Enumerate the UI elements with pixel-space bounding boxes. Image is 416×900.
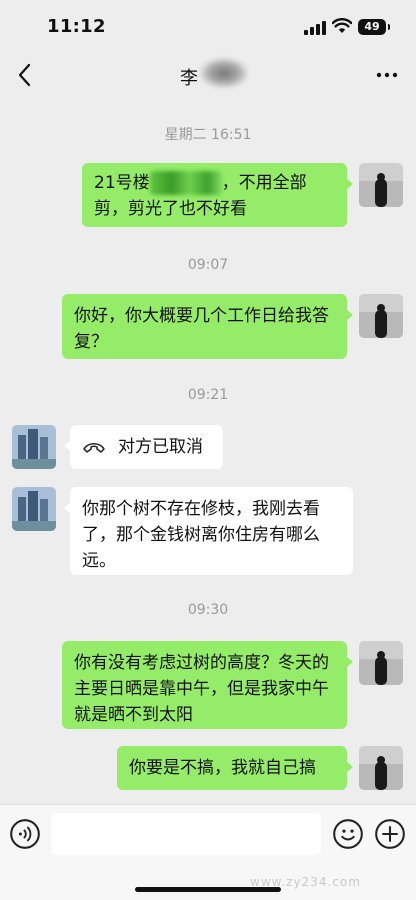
redacted-name [200,58,248,88]
received-message[interactable]: 你那个树不存在修枝，我刚去看了，那个金钱树离你住房有哪么远。 [64,487,353,575]
sent-message[interactable]: 你有没有考虑过树的高度？冬天的主要日晒是靠中午，但是我家中午就是晒不到太阳 [62,641,353,729]
contact-avatar[interactable] [12,487,56,531]
emoji-button[interactable] [333,819,363,849]
message-text: 你那个树不存在修枝，我刚去看了，那个金钱树离你住房有哪么远。 [82,499,320,571]
message-text: 剪，剪光了也不好看 [94,199,247,219]
status-time: 11:12 [47,16,106,37]
message-text: 对方已取消 [118,437,203,457]
chat-header: 李 [0,52,416,98]
timestamp: 09:07 [187,257,229,273]
message-input[interactable] [51,813,321,855]
self-avatar[interactable] [359,294,403,338]
timestamp: 09:21 [187,387,229,403]
message-text: 你有没有考虑过树的高度？冬天的主要日晒是靠中午，但是我家中午就是晒不到太阳 [74,653,329,725]
message-text: 21号楼 [94,173,150,193]
home-indicator [135,887,281,892]
message-text: 你要是不搞，我就自己搞 [129,758,316,778]
sent-message[interactable]: 你要是不搞，我就自己搞 [117,746,353,790]
status-bar: 11:12 49 [0,0,416,52]
more-options-button[interactable] [375,66,399,84]
wifi-icon [332,18,352,33]
self-avatar[interactable] [359,641,403,685]
self-avatar[interactable] [359,746,403,790]
more-functions-button[interactable] [375,819,405,849]
call-cancelled-message[interactable]: 对方已取消 [64,425,223,469]
timestamp: 星期二 16:51 [164,127,252,143]
message-text: ，不用全部 [221,173,307,193]
battery-icon: 49 [358,19,390,35]
timestamp: 09:30 [187,602,229,618]
self-avatar[interactable] [359,163,403,207]
redacted-text [149,171,222,195]
voice-input-button[interactable] [10,819,40,849]
input-bar: www.zy234.com [0,804,416,900]
sent-message[interactable]: 21号楼 ，不用全部 剪，剪光了也不好看 [82,163,353,227]
back-button[interactable] [14,62,36,88]
chat-title: 李 [180,68,198,89]
message-text: 你好，你大概要几个工作日给我答复？ [74,306,329,352]
contact-avatar[interactable] [12,425,56,469]
sent-message[interactable]: 你好，你大概要几个工作日给我答复？ [62,294,353,359]
signal-icon [304,21,326,35]
phone-icon [83,443,105,453]
